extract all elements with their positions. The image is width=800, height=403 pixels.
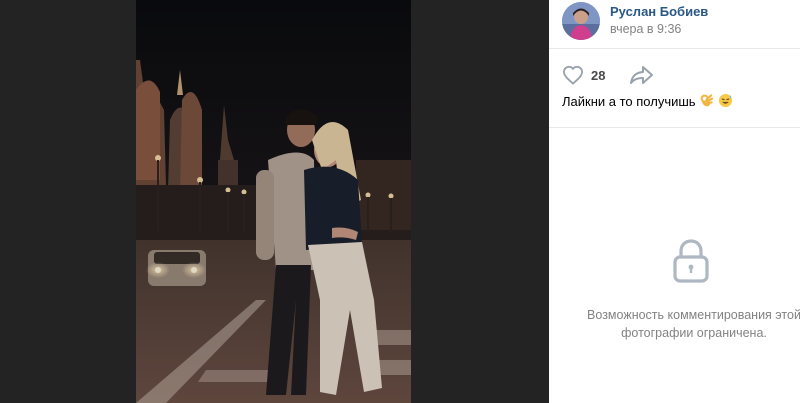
comments-restricted-text: Возможность комментирования этой фотогра… — [587, 308, 800, 340]
caption-text: Лайкни а то получишь — [562, 94, 696, 109]
heart-outline-icon — [562, 65, 584, 85]
photo-viewer: Руслан Бобиев вчера в 9:36 28 Лайкни а т… — [0, 0, 800, 403]
photo-side-panel: Руслан Бобиев вчера в 9:36 28 Лайкни а т… — [549, 0, 800, 403]
sweat-smile-emoji — [718, 93, 732, 108]
author-name-link[interactable]: Руслан Бобиев — [610, 4, 708, 19]
author-avatar[interactable] — [562, 2, 600, 40]
ok-hand-emoji — [700, 94, 714, 107]
post-actions: 28 — [562, 64, 792, 86]
avatar-image — [562, 2, 600, 40]
like-count: 28 — [591, 67, 606, 83]
post-date[interactable]: вчера в 9:36 — [610, 22, 681, 36]
divider — [549, 127, 800, 128]
photo-image — [136, 0, 411, 403]
photo[interactable] — [136, 0, 411, 403]
like-button[interactable]: 28 — [562, 64, 605, 86]
post-caption: Лайкни а то получишь — [562, 93, 733, 109]
share-button[interactable] — [629, 64, 655, 86]
photo-backdrop[interactable] — [0, 0, 549, 403]
share-arrow-icon — [630, 66, 653, 84]
post-header: Руслан Бобиев вчера в 9:36 — [549, 0, 800, 49]
lock-icon — [671, 238, 711, 284]
